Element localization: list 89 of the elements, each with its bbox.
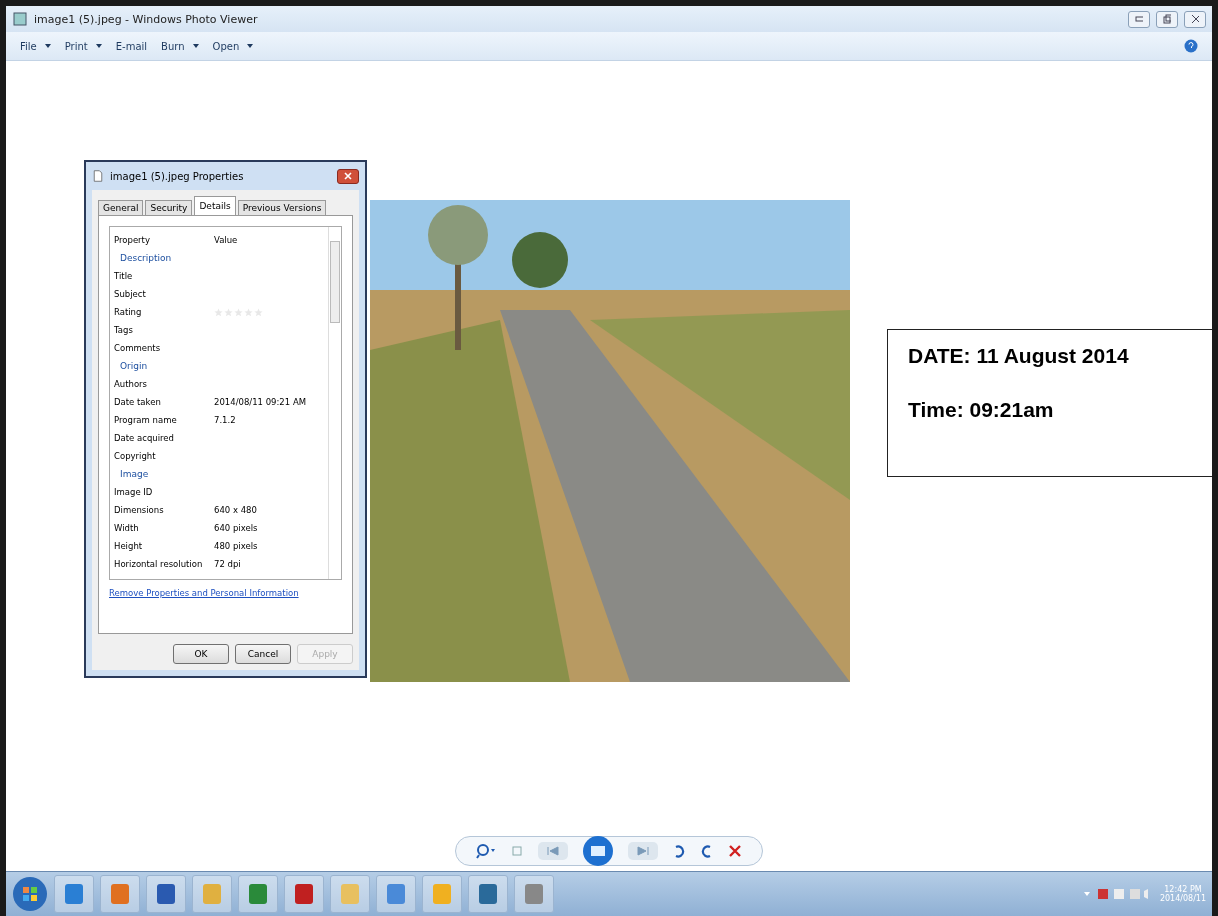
close-icon [1191,14,1199,24]
property-name: Rating [114,307,143,317]
menu-item[interactable]: E-mail [115,40,148,52]
close-button[interactable] [337,168,359,184]
property-name: Image ID [114,487,154,497]
taskbar-app-button[interactable] [376,875,416,913]
property-name: Tags [114,325,134,335]
property-name: Date taken [114,397,162,407]
menu-item[interactable]: File [20,40,51,52]
property-name: Subject [114,289,147,299]
close-icon [344,172,352,180]
app-icon [431,882,453,906]
help-icon[interactable] [1184,39,1198,53]
delete-button[interactable] [728,844,742,858]
slideshow-icon [582,835,614,867]
dialog-button[interactable]: Cancel [235,644,291,664]
dialog-button[interactable]: OK [173,644,229,664]
property-value: 480 pixels [214,541,258,551]
fit-window-icon [510,844,524,858]
property-value: 2014/08/11 09:21 AM [214,397,307,407]
app-icon [201,882,223,906]
zoom-icon [476,843,496,859]
taskbar-app-button[interactable] [146,875,186,913]
property-name: Horizontal resolution [114,559,204,569]
property-name: Authors [114,379,149,389]
previous-icon [538,842,568,860]
group-heading: Origin [119,361,148,371]
dialog-title: image1 (5).jpeg Properties [110,170,245,182]
zoom-button[interactable] [476,843,496,859]
remove-properties-link[interactable]: Remove Properties and Personal Information [109,588,342,598]
tab[interactable]: Details [194,196,236,215]
slideshow-button[interactable] [582,835,614,867]
app-icon [523,882,545,906]
restore-icon [1163,14,1171,24]
caret-icon [192,44,199,48]
previous-button[interactable] [538,842,568,860]
minimize-button[interactable] [1128,10,1150,28]
window-title: image1 (5).jpeg - Windows Photo Viewer [34,12,259,26]
caret-icon [95,44,102,48]
caret-icon [44,44,51,48]
caret-icon [247,44,254,48]
close-button[interactable] [1184,10,1206,28]
app-icon [155,882,177,906]
app-icon [477,882,499,906]
note-text: DATE: 11 August 2014 [908,344,1130,368]
app-icon [293,882,315,906]
menu-item[interactable]: Print [64,40,102,52]
taskbar-app-button[interactable] [514,875,554,913]
next-button[interactable] [628,842,658,860]
taskbar-app-button[interactable] [100,875,140,913]
group-heading: Description [119,253,172,263]
property-name: Copyright [114,451,157,461]
menu-item[interactable]: Open [212,40,254,52]
taskbar-app-button[interactable] [284,875,324,913]
file-icon [92,169,104,183]
taskbar-app-button[interactable] [54,875,94,913]
minimize-icon [1135,16,1143,22]
tab[interactable]: General [98,200,144,215]
property-value: 640 x 480 [214,505,257,515]
app-icon [109,882,131,906]
tab[interactable]: Previous Versions [237,200,327,215]
property-name: Title [114,271,134,281]
property-name: Width [114,523,140,533]
app-icon [247,882,269,906]
image-file-icon [12,11,28,27]
next-icon [628,842,658,860]
app-icon [339,882,361,906]
column-header: Property [114,235,151,245]
property-name: Date acquired [114,433,175,443]
scrollbar[interactable] [328,227,341,579]
note-text: Time: 09:21am [908,398,1055,422]
property-name: Height [114,541,144,551]
taskbar-app-button[interactable] [238,875,278,913]
property-name: Comments [114,343,162,353]
app-icon [385,882,407,906]
property-value: 72 dpi [214,559,241,569]
property-name: Program name [114,415,178,425]
property-value: 640 pixels [214,523,258,533]
property-value: 7.1.2 [214,415,236,425]
menu-item[interactable]: Burn [161,40,199,52]
restore-button[interactable] [1156,10,1178,28]
property-name: Dimensions [114,505,165,515]
group-heading: Image [119,469,149,479]
start-button[interactable] [12,876,48,912]
app-icon [63,882,85,906]
column-header: Value [214,235,238,245]
tab[interactable]: Security [145,200,193,215]
delete-icon [728,844,742,858]
taskbar-app-button[interactable] [468,875,508,913]
